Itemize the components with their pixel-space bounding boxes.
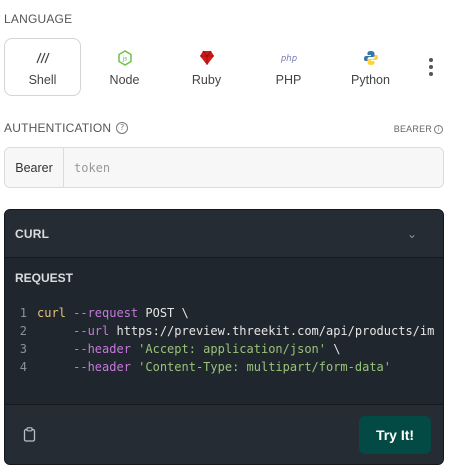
code-block: 1 curl --request POST \ 2 --url https://pr…	[5, 304, 443, 412]
language-tabs: Shell js Node Ruby php PHP Python	[4, 38, 446, 96]
language-label: LANGUAGE	[4, 12, 73, 26]
tab-shell-label: Shell	[28, 73, 57, 87]
python-icon	[363, 49, 379, 67]
code-token: --url	[37, 324, 110, 338]
info-icon: i	[434, 124, 443, 134]
authentication-label-text: AUTHENTICATION	[4, 121, 112, 135]
code-token: 'Content-Type: multipart/form-data'	[130, 360, 392, 374]
code-token: --header	[37, 342, 131, 356]
line-number: 2	[19, 324, 27, 338]
code-line: 3 --header 'Accept: application/json' \	[5, 340, 443, 358]
code-token: 'Accept: application/json'	[130, 342, 326, 356]
chevron-down-icon[interactable]: ⌄	[407, 227, 417, 241]
curl-title: CURL	[15, 226, 50, 241]
bearer-tag-text: BEARER	[393, 124, 432, 134]
request-code-card: CURL ⌄ REQUEST 1 curl --request POST \ 2 -…	[4, 209, 444, 465]
tab-php[interactable]: php PHP	[250, 38, 327, 96]
more-vertical-icon[interactable]	[420, 38, 442, 96]
auth-field: Bearer	[4, 147, 444, 188]
line-number: 1	[19, 306, 27, 320]
shell-icon	[35, 49, 51, 67]
tab-python-label: Python	[351, 73, 390, 87]
line-number: 3	[19, 342, 27, 356]
authentication-label: AUTHENTICATION ?	[4, 121, 129, 135]
tab-node[interactable]: js Node	[86, 38, 163, 96]
tab-ruby[interactable]: Ruby	[168, 38, 245, 96]
code-line: 1 curl --request POST \	[5, 304, 443, 322]
tab-php-label: PHP	[275, 73, 302, 87]
svg-text:php: php	[279, 54, 296, 64]
tab-node-label: Node	[109, 73, 140, 87]
code-token: --request	[65, 306, 139, 320]
curl-header[interactable]: CURL ⌄	[5, 210, 443, 258]
bearer-tag[interactable]: BEARER i	[394, 124, 443, 134]
ruby-icon	[199, 49, 215, 67]
code-line: 4 --header 'Content-Type: multipart/form…	[5, 358, 443, 376]
code-line: 2 --url https://preview.threekit.com/api…	[5, 322, 443, 340]
tab-shell[interactable]: Shell	[4, 38, 81, 96]
try-it-button[interactable]: Try It!	[359, 415, 431, 454]
php-icon: php	[279, 49, 299, 67]
code-footer: Try It!	[5, 404, 443, 464]
auth-prefix: Bearer	[5, 148, 64, 187]
code-token: \	[326, 342, 341, 356]
request-label: REQUEST	[15, 271, 74, 285]
tab-ruby-label: Ruby	[191, 73, 222, 87]
clipboard-icon[interactable]	[23, 427, 36, 442]
code-token: POST \	[138, 306, 189, 320]
code-token: curl	[37, 306, 66, 320]
code-token: --header	[37, 360, 131, 374]
tab-python[interactable]: Python	[332, 38, 409, 96]
info-icon[interactable]: ?	[116, 122, 129, 134]
token-input[interactable]	[64, 148, 443, 187]
code-token: https://preview.threekit.com/api/product…	[109, 324, 435, 338]
line-number: 4	[19, 360, 27, 374]
node-icon: js	[117, 49, 132, 67]
svg-text:js: js	[121, 56, 127, 63]
